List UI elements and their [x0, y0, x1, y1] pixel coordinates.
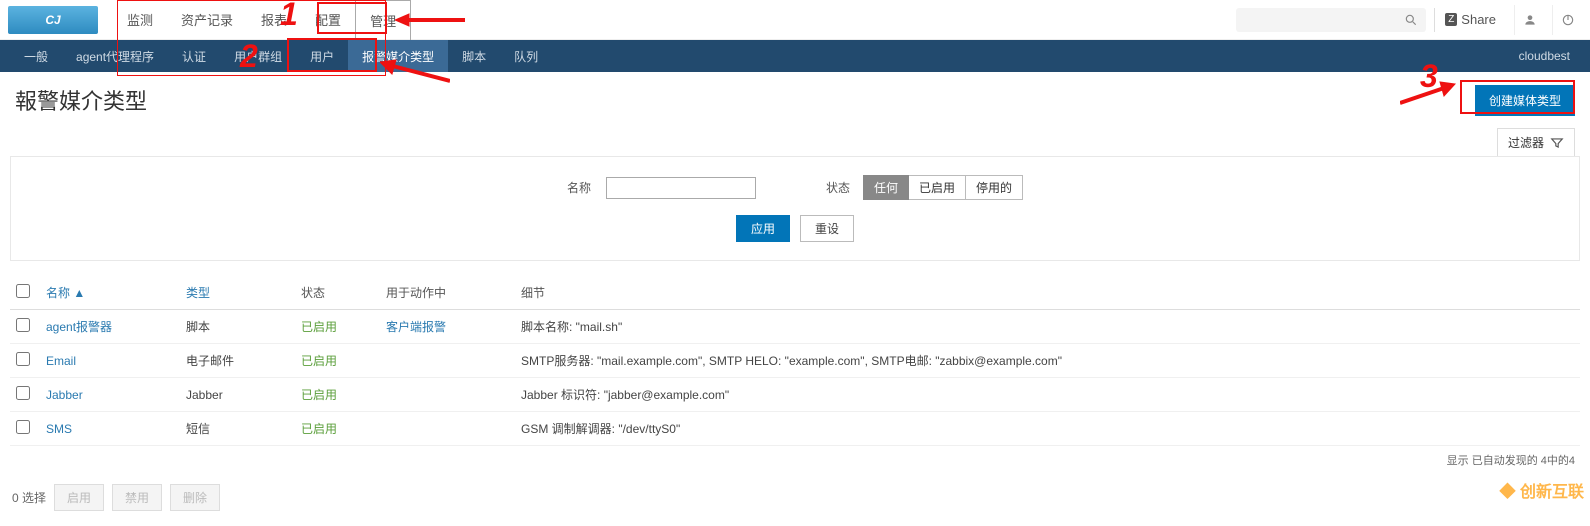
row-detail: SMTP服务器: "mail.example.com", SMTP HELO: …	[515, 344, 1580, 378]
table-row: SMS 短信 已启用 GSM 调制解调器: "/dev/ttyS0"	[10, 412, 1580, 446]
row-action	[380, 344, 515, 378]
filter-toggle[interactable]: 过滤器	[1497, 128, 1575, 156]
subnav-scripts[interactable]: 脚本	[448, 40, 500, 72]
row-detail: Jabber 标识符: "jabber@example.com"	[515, 378, 1580, 412]
row-status[interactable]: 已启用	[295, 378, 380, 412]
row-detail: 脚本名称: "mail.sh"	[515, 310, 1580, 344]
bulk-delete-button[interactable]: 删除	[170, 484, 220, 511]
logo: CJ	[8, 6, 98, 34]
row-name[interactable]: Email	[40, 344, 180, 378]
table-row: agent报警器 脚本 已启用 客户端报警 脚本名称: "mail.sh"	[10, 310, 1580, 344]
row-checkbox[interactable]	[16, 352, 30, 366]
share-label: Share	[1461, 12, 1496, 27]
filter-name-label: 名称	[567, 179, 591, 196]
annotation-box-3	[1460, 80, 1575, 114]
row-status[interactable]: 已启用	[295, 412, 380, 446]
filter-panel: 名称 状态 任何 已启用 停用的 应用 重设	[10, 156, 1580, 261]
z-badge-icon: Z	[1445, 13, 1457, 26]
page-header: 報警媒介类型 创建媒体类型	[0, 72, 1590, 128]
th-detail: 细节	[515, 276, 1580, 310]
row-action	[380, 378, 515, 412]
annotation-box-outer	[117, 0, 386, 76]
pager-info: 显示 已自动发现的 4中的4	[0, 446, 1590, 474]
row-type: Jabber	[180, 378, 295, 412]
top-right: Z Share	[1236, 5, 1582, 35]
row-name[interactable]: Jabber	[40, 378, 180, 412]
search-box[interactable]	[1236, 8, 1426, 32]
row-type: 脚本	[180, 310, 295, 344]
share-button[interactable]: Z Share	[1434, 8, 1506, 32]
row-status[interactable]: 已启用	[295, 310, 380, 344]
bulk-disable-button[interactable]: 禁用	[112, 484, 162, 511]
search-icon	[1404, 13, 1418, 27]
power-icon[interactable]	[1552, 5, 1582, 35]
row-checkbox[interactable]	[16, 318, 30, 332]
row-type: 电子邮件	[180, 344, 295, 378]
filter-icon	[1550, 136, 1564, 150]
filter-tab-row: 过滤器	[0, 128, 1590, 156]
row-checkbox[interactable]	[16, 386, 30, 400]
status-any[interactable]: 任何	[863, 175, 909, 200]
mediatype-table: 名称 ▲ 类型 状态 用于动作中 细节 agent报警器 脚本 已启用 客户端报…	[10, 276, 1580, 446]
filter-status-label: 状态	[826, 179, 850, 196]
row-name[interactable]: SMS	[40, 412, 180, 446]
row-type: 短信	[180, 412, 295, 446]
bulk-enable-button[interactable]: 启用	[54, 484, 104, 511]
status-enabled[interactable]: 已启用	[909, 175, 966, 200]
subnav-general[interactable]: 一般	[10, 40, 62, 72]
filter-apply-button[interactable]: 应用	[736, 215, 790, 242]
th-action: 用于动作中	[380, 276, 515, 310]
filter-label: 过滤器	[1508, 134, 1544, 151]
row-status[interactable]: 已启用	[295, 344, 380, 378]
subnav-queue[interactable]: 队列	[500, 40, 552, 72]
status-disabled[interactable]: 停用的	[966, 175, 1023, 200]
th-type[interactable]: 类型	[180, 276, 295, 310]
selected-count: 0 选择	[12, 489, 46, 506]
select-all-checkbox[interactable]	[16, 284, 30, 298]
subnav-username[interactable]: cloudbest	[1519, 40, 1580, 72]
th-name[interactable]: 名称 ▲	[40, 276, 180, 310]
user-icon[interactable]	[1514, 5, 1544, 35]
row-action[interactable]: 客户端报警	[380, 310, 515, 344]
table-row: Jabber Jabber 已启用 Jabber 标识符: "jabber@ex…	[10, 378, 1580, 412]
row-name[interactable]: agent报警器	[40, 310, 180, 344]
table-wrapper: 名称 ▲ 类型 状态 用于动作中 细节 agent报警器 脚本 已启用 客户端报…	[10, 276, 1580, 446]
row-detail: GSM 调制解调器: "/dev/ttyS0"	[515, 412, 1580, 446]
filter-name-input[interactable]	[606, 177, 756, 199]
page-title: 報警媒介类型	[15, 84, 147, 116]
footer-actions: 0 选择 启用 禁用 删除	[0, 474, 1590, 526]
row-action	[380, 412, 515, 446]
table-row: Email 电子邮件 已启用 SMTP服务器: "mail.example.co…	[10, 344, 1580, 378]
watermark: ◆ 创新互联	[1500, 478, 1584, 502]
filter-reset-button[interactable]: 重设	[800, 215, 854, 242]
row-checkbox[interactable]	[16, 420, 30, 434]
th-status: 状态	[295, 276, 380, 310]
